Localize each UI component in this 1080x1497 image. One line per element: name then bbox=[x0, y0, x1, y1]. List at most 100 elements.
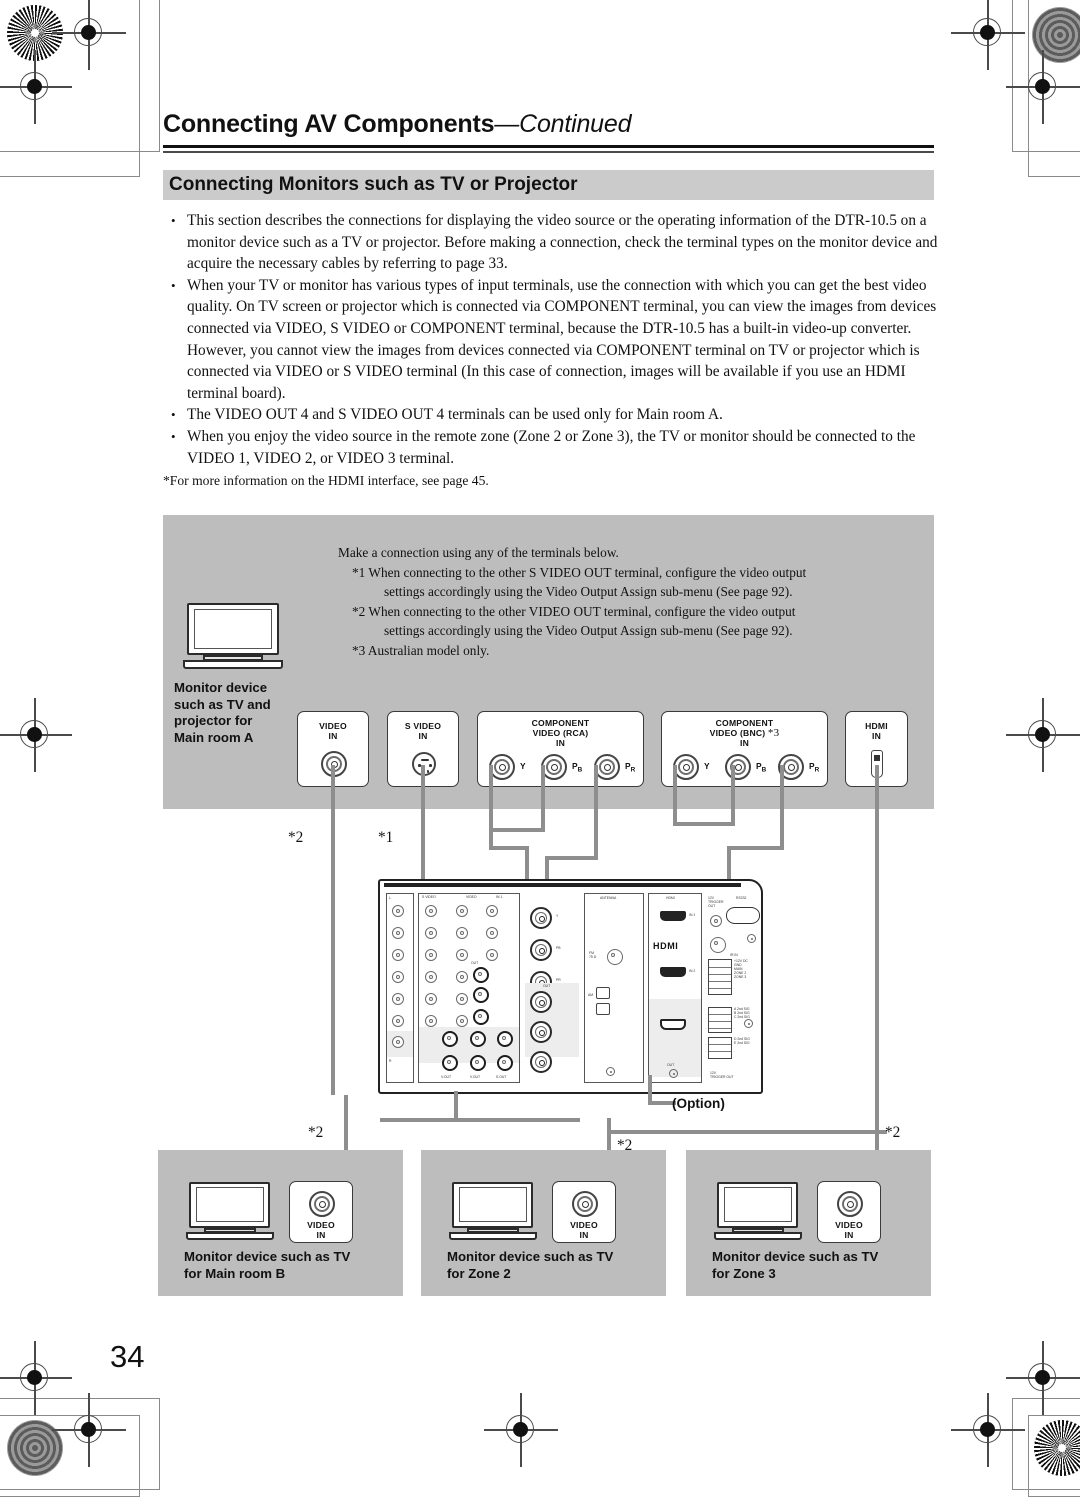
bullet-item: The VIDEO OUT 4 and S VIDEO OUT 4 termin… bbox=[163, 404, 953, 426]
receiver-screw bbox=[669, 1069, 678, 1078]
terminal-caption: HDMI IN bbox=[846, 721, 907, 741]
terminal-caption: VIDEO IN bbox=[818, 1220, 880, 1240]
receiver-label-hdmi-in1: IN 1 bbox=[689, 913, 696, 917]
receiver-hdmi-port bbox=[660, 967, 686, 977]
rca-jack-icon[interactable] bbox=[837, 1191, 863, 1217]
registration-mark-bl-b bbox=[52, 1393, 126, 1467]
receiver-label-trigger-footer: 12V TRIGGER OUT bbox=[710, 1071, 734, 1080]
main-room-b-label: Monitor device such as TV for Main room … bbox=[184, 1249, 394, 1282]
marker-asterisk-2-bottom-left: *2 bbox=[308, 1124, 324, 1141]
terminal-caption-line: VIDEO (RCA) bbox=[532, 728, 589, 739]
header-rule-thin bbox=[163, 151, 934, 153]
cable-comp-bnc-pr-h bbox=[727, 846, 783, 850]
receiver-label-rs232: RS232 bbox=[736, 896, 747, 900]
receiver-text-r: R bbox=[389, 1059, 392, 1063]
terminal-box-video-in-zone-3[interactable]: VIDEO IN bbox=[817, 1181, 881, 1243]
terminal-box-component-rca-in[interactable]: COMPONENT VIDEO (RCA) IN Y PB PR bbox=[477, 711, 644, 787]
receiver-video-out-jack bbox=[486, 905, 498, 917]
terminal-caption-line: VIDEO bbox=[307, 1220, 335, 1230]
component-pb-label: PB bbox=[572, 761, 583, 774]
receiver-label-out-c: V.OUT bbox=[470, 1075, 481, 1079]
terminal-caption-line: IN bbox=[872, 731, 881, 742]
receiver-hdmi-logo: HDMI bbox=[653, 941, 679, 951]
tv-icon-main-room-b bbox=[186, 1182, 274, 1244]
receiver-screw bbox=[744, 1019, 753, 1028]
receiver-rca-jack bbox=[392, 927, 404, 939]
zone-2-label: Monitor device such as TV for Zone 2 bbox=[447, 1249, 657, 1282]
receiver-video-jack-active bbox=[442, 1055, 458, 1071]
main-room-a-label-line: projector for bbox=[174, 713, 253, 728]
receiver-bnc-y: Y bbox=[556, 914, 559, 918]
receiver-video-out-jack-active bbox=[473, 1009, 489, 1025]
receiver-svideo-jack-active bbox=[497, 1031, 513, 1047]
zone-2-label-line: for Zone 2 bbox=[447, 1265, 511, 1281]
header-rule-thick bbox=[163, 145, 934, 148]
rca-jack-icon[interactable] bbox=[572, 1191, 598, 1217]
terminal-caption-line: VIDEO bbox=[835, 1220, 863, 1230]
terminal-caption-line: VIDEO bbox=[319, 721, 347, 731]
marker-asterisk-2-bottom-right: *2 bbox=[885, 1124, 901, 1141]
receiver-svideo-jack bbox=[425, 905, 437, 917]
cable-comp-bnc-pb bbox=[731, 765, 735, 825]
receiver-video-jack-active bbox=[470, 1031, 486, 1047]
terminal-caption: VIDEO IN bbox=[298, 721, 368, 741]
cable-comp-rca-y-h bbox=[489, 846, 529, 850]
main-room-a-label-line: Monitor device bbox=[174, 680, 268, 695]
registration-mark-bottom-mid bbox=[484, 1393, 558, 1467]
terminal-caption-line: S VIDEO bbox=[404, 721, 442, 731]
registration-mark-tl-a bbox=[52, 0, 126, 70]
receiver-video-jack-active bbox=[442, 1031, 458, 1047]
diagram-notes: Make a connection using any of the termi… bbox=[338, 543, 918, 661]
receiver-video-jack bbox=[456, 949, 468, 961]
receiver-video-jack bbox=[456, 993, 468, 1005]
terminal-caption-text: VIDEO (BNC) bbox=[709, 728, 766, 739]
receiver-rca-jack bbox=[392, 971, 404, 983]
diagram-note-3-text: Australian model only. bbox=[367, 642, 490, 658]
tv-icon-zone-2 bbox=[449, 1182, 537, 1244]
receiver-bnc-jack bbox=[530, 907, 552, 929]
cable-bottom-b-h bbox=[607, 1130, 887, 1134]
receiver-svideo-jack bbox=[425, 993, 437, 1005]
receiver-panel-antenna bbox=[584, 893, 644, 1083]
terminal-caption: VIDEO IN bbox=[290, 1220, 352, 1240]
receiver-hdmi-out-port bbox=[660, 1019, 686, 1030]
main-room-a-label-line: Main room A bbox=[174, 729, 254, 745]
terminal-caption-line: IN bbox=[579, 1230, 589, 1241]
terminal-caption-line: IN bbox=[844, 1230, 854, 1241]
receiver-bnc-pr: PR bbox=[556, 978, 561, 982]
bullet-item: This section describes the connections f… bbox=[163, 210, 953, 275]
terminal-caption-line: IN bbox=[556, 738, 565, 749]
receiver-label-speaker-b: D 2nd SIG E 2nd SIG bbox=[734, 1037, 750, 1046]
receiver-bnc-pb: PB bbox=[556, 946, 561, 950]
registration-mark-tl-b bbox=[0, 50, 72, 124]
receiver-rca-jack bbox=[392, 993, 404, 1005]
marker-asterisk-2-top: *2 bbox=[288, 829, 304, 846]
cable-comp-bnc-y bbox=[673, 765, 677, 825]
terminal-box-video-in-main-room-b[interactable]: VIDEO IN bbox=[289, 1181, 353, 1243]
rca-jack-icon[interactable] bbox=[309, 1191, 335, 1217]
diagram-note-2-mark: *2 bbox=[352, 603, 366, 619]
zone-3-label: Monitor device such as TV for Zone 3 bbox=[712, 1249, 922, 1282]
receiver-svideo-jack bbox=[425, 1015, 437, 1027]
marker-asterisk-1-top: *1 bbox=[378, 829, 394, 846]
terminal-caption-line: HDMI bbox=[865, 721, 888, 731]
diagram-note-1-cont: settings accordingly using the Video Out… bbox=[384, 584, 793, 600]
component-bnc-pb-jack-icon[interactable] bbox=[725, 754, 751, 780]
terminal-caption-line: VIDEO (BNC) *3 bbox=[662, 728, 827, 739]
receiver-label-out-b: V.OUT bbox=[441, 1075, 452, 1079]
page-title-continued: —Continued bbox=[494, 110, 632, 138]
terminal-box-component-bnc-in[interactable]: COMPONENT VIDEO (BNC) *3 IN Y PB PR bbox=[661, 711, 828, 787]
receiver-rs232-port bbox=[726, 907, 760, 924]
receiver-svideo-jack bbox=[425, 927, 437, 939]
diagram-intro: Make a connection using any of the termi… bbox=[338, 545, 619, 560]
terminal-box-video-in-zone-2[interactable]: VIDEO IN bbox=[552, 1181, 616, 1243]
component-y-label: Y bbox=[520, 761, 526, 771]
section-heading-bar: Connecting Monitors such as TV or Projec… bbox=[163, 170, 934, 200]
diagram-note-2-text: When connecting to the other VIDEO OUT t… bbox=[368, 603, 796, 619]
receiver-label-hdmi-in2: IN 2 bbox=[689, 969, 696, 973]
receiver-rca-jack bbox=[392, 1015, 404, 1027]
cable-comp-rca-y bbox=[489, 765, 493, 850]
terminal-caption: VIDEO IN bbox=[553, 1220, 615, 1240]
cable-comp-bnc-y-h bbox=[673, 822, 735, 826]
receiver-svideo-jack bbox=[425, 949, 437, 961]
